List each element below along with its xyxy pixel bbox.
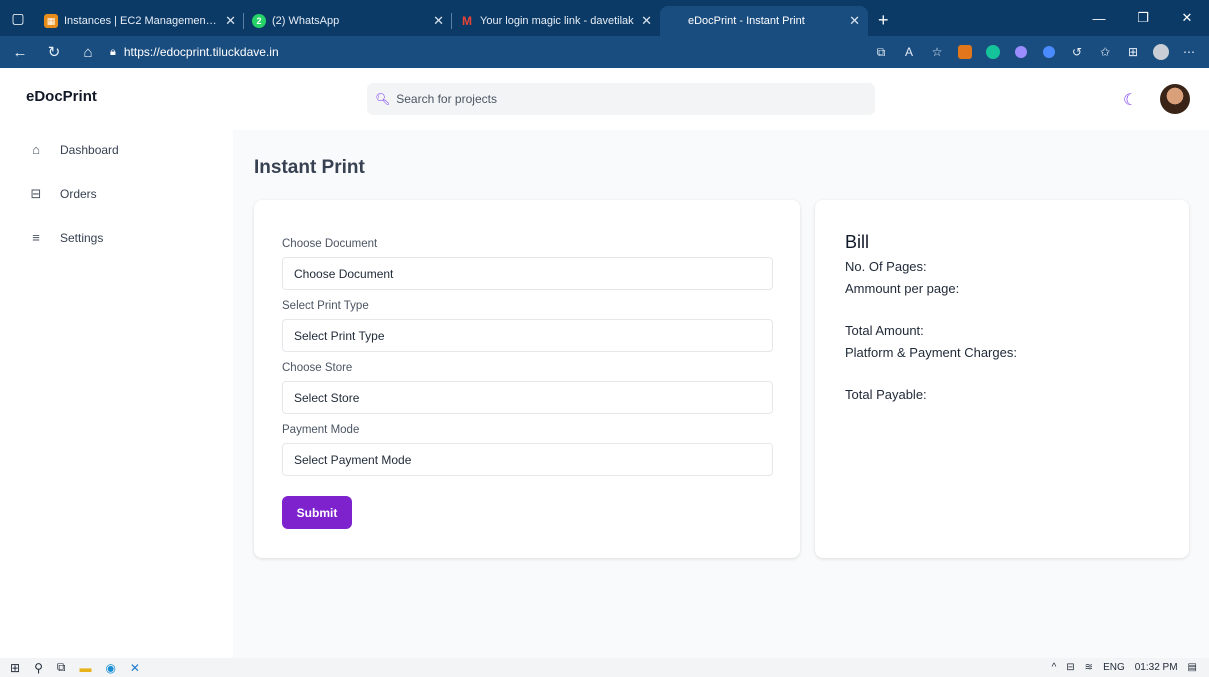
- browser-tab-bar: ▢ ▦ Instances | EC2 Management Co ✕ 2 (2…: [0, 0, 1209, 36]
- sidebar-item-label: Orders: [60, 187, 97, 201]
- bill-amount-per-page: Ammount per page:: [845, 281, 960, 296]
- home-browser-icon[interactable]: ⌂: [74, 38, 102, 66]
- clock[interactable]: 01:32 PM: [1135, 662, 1178, 673]
- inbox-icon: ⊟: [30, 186, 42, 201]
- dark-mode-toggle-icon[interactable]: ☾: [1123, 90, 1141, 109]
- document-label: Choose Document: [282, 238, 378, 250]
- tab-title: eDocPrint - Instant Print: [688, 15, 805, 27]
- close-icon[interactable]: ✕: [641, 13, 652, 29]
- search-bar[interactable]: 🔍︎: [367, 83, 875, 115]
- instant-print-form: Choose Document Choose Document Select P…: [254, 200, 800, 558]
- document-select[interactable]: Choose Document: [282, 257, 773, 290]
- grammarly-extension-icon[interactable]: [981, 40, 1005, 64]
- search-icon[interactable]: ⚲: [34, 661, 43, 675]
- search-input[interactable]: [396, 92, 847, 106]
- sidebar-item-settings[interactable]: ≡ Settings: [28, 230, 103, 245]
- language-indicator[interactable]: ENG: [1103, 662, 1125, 673]
- extension-icon[interactable]: [1037, 40, 1061, 64]
- menu-icon: ≡: [32, 230, 40, 245]
- minimize-icon[interactable]: —: [1077, 0, 1121, 36]
- url-field[interactable]: 🔒︎ https://edocprint.tiluckdave.in: [110, 45, 279, 59]
- url-text: https://edocprint.tiluckdave.in: [123, 45, 279, 59]
- edocprint-favicon-icon: [668, 14, 682, 28]
- browser-toolbar: ⧉ A ☆ ↺ ✩ ⊞ ⋯: [869, 38, 1201, 66]
- payment-mode-label: Payment Mode: [282, 424, 360, 436]
- tab-edocprint[interactable]: eDocPrint - Instant Print ✕: [660, 6, 868, 36]
- tab-actions-icon[interactable]: ▢: [0, 0, 36, 36]
- read-aloud-icon[interactable]: A: [897, 40, 921, 64]
- store-label: Choose Store: [282, 362, 353, 374]
- favorites-icon[interactable]: ✩: [1093, 40, 1117, 64]
- bill-platform-charges: Platform & Payment Charges:: [845, 345, 1017, 360]
- bill-total-payable: Total Payable:: [845, 387, 927, 402]
- task-view-icon[interactable]: ⧉: [57, 660, 66, 675]
- extension-icon[interactable]: [1009, 40, 1033, 64]
- tab-gmail[interactable]: M Your login magic link - davetilak ✕: [452, 6, 660, 36]
- back-icon[interactable]: ←: [6, 38, 34, 66]
- close-icon[interactable]: ✕: [849, 13, 860, 29]
- whatsapp-icon: 2: [252, 14, 266, 28]
- notifications-icon[interactable]: ▤: [1188, 662, 1197, 673]
- sidebar-item-label: Settings: [60, 230, 104, 245]
- store-select[interactable]: Select Store: [282, 381, 773, 414]
- wifi-icon[interactable]: ≋: [1085, 662, 1093, 673]
- payment-mode-select[interactable]: Select Payment Mode: [282, 443, 773, 476]
- aws-icon: ▦: [44, 14, 58, 28]
- windows-start-icon[interactable]: ⊞: [10, 661, 20, 675]
- app-header: eDocPrint 🔍︎ ☾: [0, 68, 1209, 130]
- browser-address-bar: ← ↻ ⌂ 🔒︎ https://edocprint.tiluckdave.in…: [0, 36, 1209, 68]
- metamask-extension-icon[interactable]: [953, 40, 977, 64]
- edge-icon[interactable]: ◉: [105, 661, 115, 675]
- profile-icon[interactable]: [1149, 40, 1173, 64]
- file-explorer-icon[interactable]: ▬: [79, 661, 91, 675]
- search-icon: 🔍︎: [375, 92, 391, 106]
- close-icon[interactable]: ✕: [433, 13, 444, 29]
- page-title: Instant Print: [254, 157, 365, 178]
- new-tab-icon[interactable]: +: [868, 10, 899, 31]
- sidebar-item-label: Dashboard: [60, 142, 119, 157]
- sidebar: ⌂ Dashboard ⊟ Orders ≡ Settings: [0, 130, 233, 658]
- refresh-icon[interactable]: ↻: [40, 38, 68, 66]
- refresh-extension-icon[interactable]: ↺: [1065, 40, 1089, 64]
- vscode-icon[interactable]: ✕: [130, 661, 140, 675]
- network-icon[interactable]: ⊟: [1066, 662, 1074, 673]
- more-icon[interactable]: ⋯: [1177, 40, 1201, 64]
- windows-taskbar: ⊞ ⚲ ⧉ ▬ ◉ ✕ ^ ⊟ ≋ ENG 01:32 PM ▤: [0, 658, 1209, 677]
- open-in-app-icon[interactable]: ⧉: [869, 40, 893, 64]
- gmail-icon: M: [462, 14, 472, 28]
- window-controls: — ❐ ✕: [1077, 0, 1209, 36]
- home-icon: ⌂: [32, 142, 40, 157]
- tab-title: (2) WhatsApp: [272, 15, 340, 27]
- restore-icon[interactable]: ❐: [1121, 0, 1165, 36]
- close-window-icon[interactable]: ✕: [1165, 0, 1209, 36]
- sidebar-item-orders[interactable]: ⊟ Orders: [28, 186, 97, 202]
- submit-button[interactable]: Submit: [282, 496, 352, 529]
- tab-title: Instances | EC2 Management Co: [64, 15, 220, 27]
- brand-logo[interactable]: eDocPrint: [26, 88, 97, 105]
- tab-title: Your login magic link - davetilak: [480, 15, 634, 27]
- sidebar-item-dashboard[interactable]: ⌂ Dashboard: [28, 142, 119, 157]
- tab-ec2[interactable]: ▦ Instances | EC2 Management Co ✕: [36, 6, 244, 36]
- bill-title: Bill: [845, 232, 870, 252]
- print-type-select[interactable]: Select Print Type: [282, 319, 773, 352]
- bill-total-amount: Total Amount:: [845, 323, 924, 338]
- print-type-label: Select Print Type: [282, 300, 369, 312]
- bill-pages: No. Of Pages:: [845, 259, 927, 274]
- close-icon[interactable]: ✕: [225, 13, 236, 29]
- chevron-up-icon[interactable]: ^: [1052, 662, 1057, 673]
- main-content: Instant Print Choose Document Choose Doc…: [233, 130, 1209, 658]
- tab-whatsapp[interactable]: 2 (2) WhatsApp ✕: [244, 6, 452, 36]
- collections-icon[interactable]: ⊞: [1121, 40, 1145, 64]
- lock-icon: 🔒︎: [110, 45, 116, 58]
- bill-card: Bill No. Of Pages: Ammount per page: Tot…: [815, 200, 1189, 558]
- favorite-icon[interactable]: ☆: [925, 40, 949, 64]
- avatar[interactable]: [1160, 84, 1190, 114]
